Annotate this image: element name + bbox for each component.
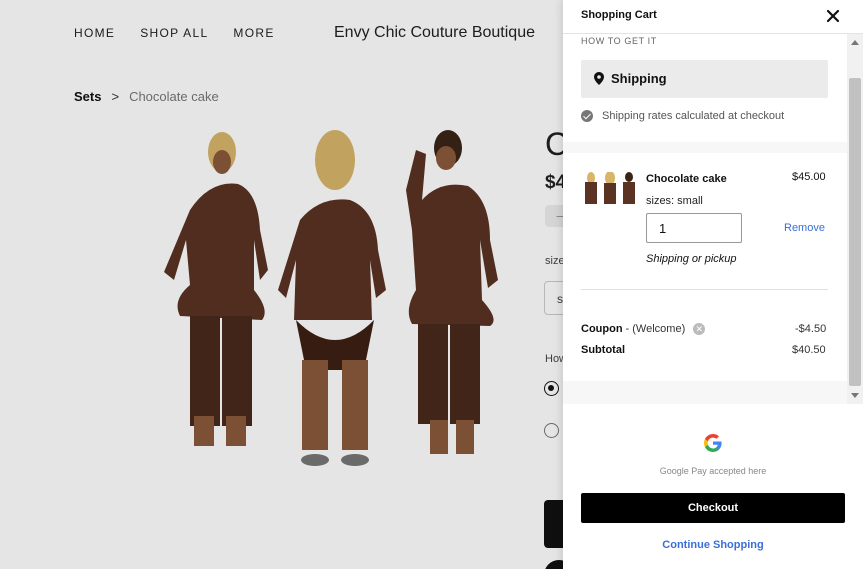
cart-title: Shopping Cart: [581, 9, 657, 21]
coupon-label: Coupon: [581, 323, 623, 335]
coupon-code: - (Welcome): [625, 323, 686, 335]
cart-footer: Google Pay accepted here Checkout Contin…: [563, 404, 863, 569]
shipping-rates-text: Shipping rates calculated at checkout: [602, 110, 785, 122]
cart-item-name[interactable]: Chocolate cake: [646, 173, 727, 185]
cart-divider: [581, 289, 828, 290]
shipping-rates-note: Shipping rates calculated at checkout: [581, 110, 784, 122]
cart-item-price: $45.00: [792, 171, 826, 183]
subtotal-label: Subtotal: [581, 344, 625, 356]
check-circle-icon: [581, 110, 593, 122]
continue-shopping-link[interactable]: Continue Shopping: [563, 539, 863, 551]
google-pay-note: Google Pay accepted here: [659, 466, 767, 476]
coupon-row: Coupon - (Welcome) ✕: [581, 323, 706, 335]
cart-drawer: Shopping Cart HOW TO GET IT Shipping Shi…: [563, 0, 863, 569]
shipping-option-label: Shipping: [611, 71, 667, 86]
cart-scrollbar[interactable]: [847, 34, 863, 404]
cart-item-variant: sizes: small: [646, 195, 703, 207]
google-logo-icon: [704, 434, 722, 452]
shipping-option[interactable]: Shipping: [581, 60, 828, 98]
how-to-get-label: HOW TO GET IT: [581, 36, 657, 46]
scrollbar-thumb[interactable]: [849, 78, 861, 386]
checkout-button[interactable]: Checkout: [581, 493, 845, 523]
subtotal-value: $40.50: [792, 344, 826, 356]
cart-item-thumbnail[interactable]: [581, 172, 639, 204]
scroll-down-arrow-icon[interactable]: [851, 393, 859, 398]
cart-header: Shopping Cart: [563, 0, 863, 34]
coupon-amount: -$4.50: [795, 323, 827, 335]
scroll-up-arrow-icon[interactable]: [851, 40, 859, 45]
cart-item-quantity-input[interactable]: [646, 213, 742, 243]
remove-item-link[interactable]: Remove: [784, 222, 825, 234]
location-pin-icon: [594, 72, 604, 85]
close-icon[interactable]: [825, 8, 841, 24]
cart-item-fulfillment: Shipping or pickup: [646, 253, 737, 265]
remove-coupon-icon[interactable]: ✕: [693, 323, 706, 335]
cart-scroll-area[interactable]: HOW TO GET IT Shipping Shipping rates ca…: [563, 34, 863, 404]
